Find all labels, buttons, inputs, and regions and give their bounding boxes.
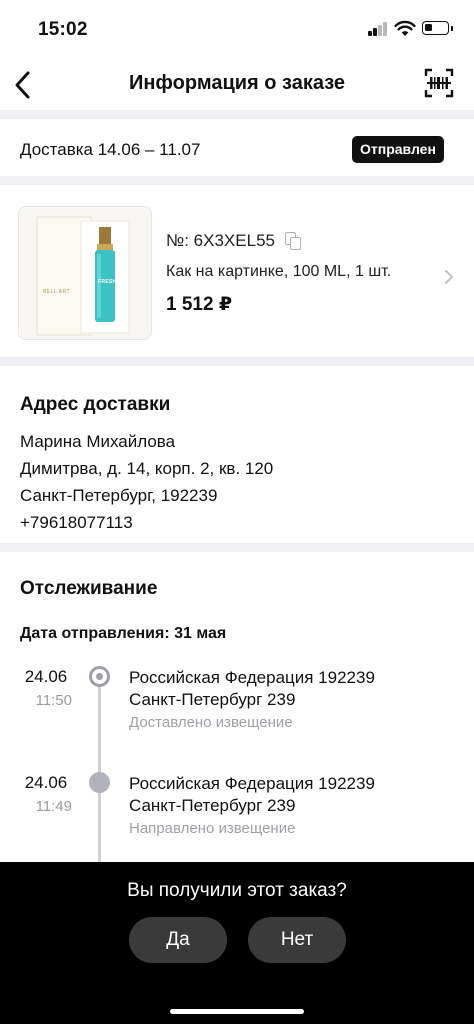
barcode-icon: [424, 68, 454, 98]
copy-icon[interactable]: [284, 232, 303, 250]
timeline-dot: [89, 772, 110, 793]
recipient-phone[interactable]: +79618077113: [20, 513, 133, 533]
product-image: BELL ART FRESH: [18, 206, 152, 340]
order-number-row: №: 6X3XEL55: [166, 231, 303, 251]
event-date: 24.06: [24, 667, 68, 686]
status-bar: 15:02: [0, 0, 474, 58]
event-time: 11:50: [35, 692, 72, 709]
status-time: 15:02: [38, 19, 88, 40]
yes-button[interactable]: Да: [129, 917, 227, 963]
received-prompt-sheet: Вы получили этот заказ? Да Нет: [0, 862, 474, 1024]
event-status: Доставлено извещение: [129, 714, 293, 731]
product-description: Как на картинке, 100 ML, 1 шт.: [166, 263, 392, 280]
event-location-line2: Санкт-Петербург 239: [129, 796, 296, 815]
event-location-line2: Санкт-Петербург 239: [129, 690, 296, 709]
cellular-signal-icon: [368, 22, 388, 36]
header: Информация о заказе: [0, 58, 474, 110]
address-street: Димитрва, д. 14, корп. 2, кв. 120: [20, 459, 274, 478]
wifi-icon: [394, 19, 416, 37]
tracking-title: Отслеживание: [20, 578, 158, 599]
event-status: Направлено извещение: [129, 820, 296, 837]
product-image-brand: BELL ART: [43, 289, 71, 295]
chevron-right-icon: [445, 270, 453, 284]
ship-date: Дата отправления: 31 мая: [20, 625, 227, 642]
page-title: Информация о заказе: [128, 72, 346, 94]
home-indicator[interactable]: [170, 1009, 304, 1014]
barcode-button[interactable]: [424, 68, 454, 98]
product-card[interactable]: BELL ART FRESH №: 6X3XEL55 Как на картин…: [0, 185, 474, 357]
section-divider: [0, 543, 474, 552]
status-badge: Отправлен: [352, 136, 444, 163]
battery-icon: [422, 21, 453, 35]
timeline-current-dot: [89, 666, 110, 687]
address-city: Санкт-Петербург, 192239: [20, 486, 218, 505]
product-image-label: FRESH: [98, 279, 117, 285]
section-divider: [0, 357, 474, 366]
section-divider: [0, 176, 474, 185]
address-title: Адрес доставки: [20, 394, 171, 415]
order-number: №: 6X3XEL55: [166, 231, 275, 250]
event-date: 24.06: [24, 773, 68, 792]
event-location-line1: Российская Федерация 192239: [129, 668, 375, 687]
no-button[interactable]: Нет: [248, 917, 346, 963]
event-time: 11:49: [35, 798, 72, 815]
received-question: Вы получили этот заказ?: [127, 880, 347, 901]
product-price: 1 512 ₽: [166, 294, 233, 315]
recipient-name: Марина Михайлова: [20, 432, 176, 451]
delivery-dates: Доставка 14.06 – 11.07: [20, 140, 201, 159]
section-divider: [0, 110, 474, 119]
event-location-line1: Российская Федерация 192239: [129, 774, 375, 793]
